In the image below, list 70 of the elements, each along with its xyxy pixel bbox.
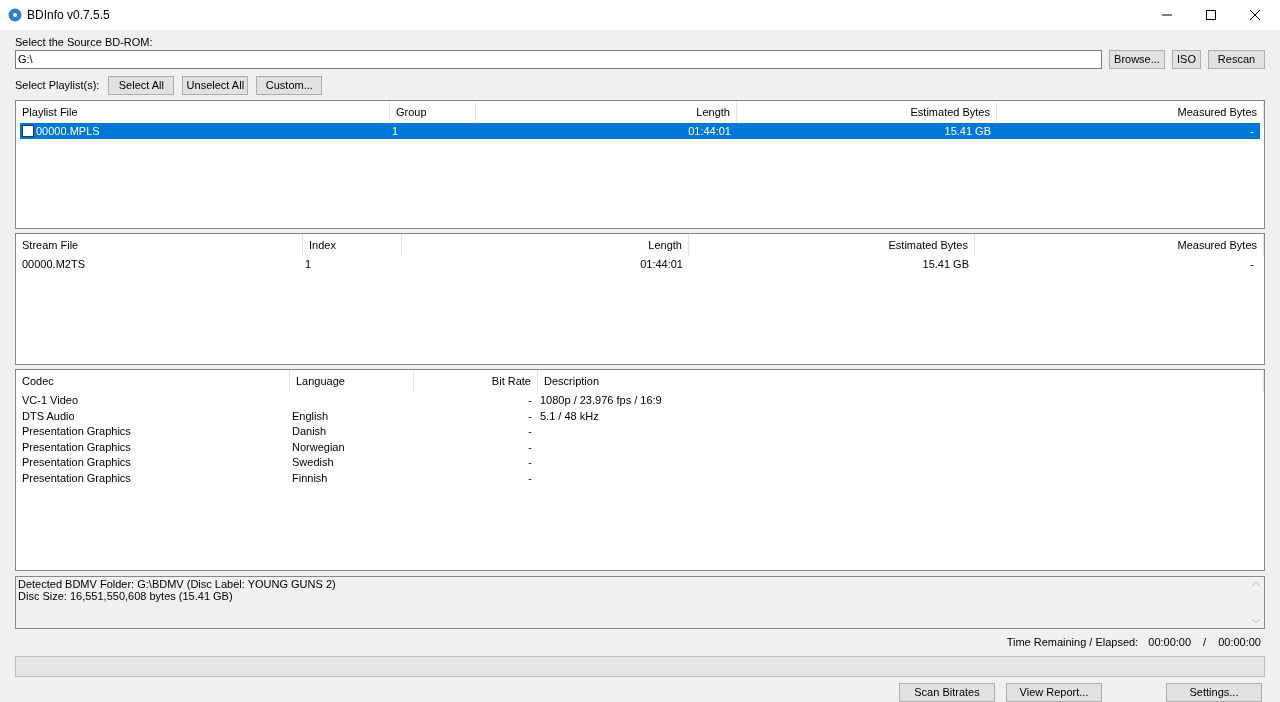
list-row[interactable]: 00000.M2TS 1 01:44:01 15.41 GB - xyxy=(20,256,1260,272)
rescan-button[interactable]: Rescan xyxy=(1208,50,1265,69)
custom-button[interactable]: Custom... xyxy=(256,76,323,95)
cell-text: Presentation Graphics xyxy=(22,470,131,486)
list-row[interactable]: 00000.MPLS 1 01:44:01 15.41 GB - xyxy=(20,123,1260,139)
column-header[interactable]: Description xyxy=(538,370,1264,392)
column-header[interactable]: Estimated Bytes xyxy=(689,234,975,256)
list-row[interactable]: Presentation Graphics Norwegian - xyxy=(20,438,1260,454)
cell-text: Swedish xyxy=(292,455,334,470)
cell-text: Presentation Graphics xyxy=(22,424,131,439)
view-report-button[interactable]: View Report... xyxy=(1006,683,1102,702)
iso-button[interactable]: ISO xyxy=(1172,50,1201,69)
cell-text: 1080p / 23.976 fps / 16:9 xyxy=(540,393,662,408)
cell-text: 00000.M2TS xyxy=(22,257,85,272)
cell-text: English xyxy=(292,408,329,424)
source-path-field[interactable]: G:\ xyxy=(15,50,1102,69)
column-header[interactable]: Language xyxy=(290,370,414,392)
cell-text: - xyxy=(1250,257,1254,272)
window-title: BDInfo v0.7.5.5 xyxy=(27,7,110,24)
disc-icon xyxy=(8,8,22,22)
select-all-button[interactable]: Select All xyxy=(108,76,175,95)
cell-text: 15.41 GB xyxy=(944,124,991,139)
list-row[interactable]: VC-1 Video - 1080p / 23.976 fps / 16:9 xyxy=(20,392,1260,408)
cell-text: - xyxy=(528,455,532,470)
list-row[interactable]: Presentation Graphics Danish - xyxy=(20,423,1260,439)
log-line: Disc Size: 16,551,550,608 bytes (15.41 GB) xyxy=(18,590,234,602)
cell-text: Norwegian xyxy=(292,439,345,455)
time-elapsed: 00:00:00 xyxy=(1218,635,1261,650)
log-line: Detected BDMV Folder: G:\BDMV (Disc Label: YOUNG GUNS 2) xyxy=(18,578,337,590)
cell-text: Presentation Graphics xyxy=(22,439,131,455)
browse-button[interactable]: Browse... xyxy=(1109,50,1165,69)
cell-text: 1 xyxy=(392,124,399,139)
settings-button[interactable]: Settings... xyxy=(1166,683,1262,702)
source-label: Select the Source BD-ROM: xyxy=(15,35,154,49)
list-row[interactable]: Presentation Graphics Finnish - xyxy=(20,469,1260,485)
cell-text: 01:44:01 xyxy=(640,257,683,272)
cell-text: - xyxy=(528,424,532,439)
cell-text: 5.1 / 48 kHz xyxy=(540,408,599,424)
cell-text: Danish xyxy=(292,424,327,439)
cell-text: VC-1 Video xyxy=(22,393,79,408)
cell-text: - xyxy=(528,393,532,408)
column-header[interactable]: Codec xyxy=(16,370,290,392)
list-row[interactable]: DTS Audio English - 5.1 / 48 kHz xyxy=(20,407,1260,423)
cell-text: 00000.MPLS xyxy=(36,124,100,139)
maximize-icon[interactable] xyxy=(1206,10,1216,20)
list-row[interactable]: Presentation Graphics Swedish - xyxy=(20,454,1260,470)
cell-text: Finnish xyxy=(292,470,328,486)
close-icon[interactable] xyxy=(1250,10,1260,20)
cell-text: 01:44:01 xyxy=(688,124,731,139)
cell-text: 1 xyxy=(305,257,312,272)
log-box[interactable]: Detected BDMV Folder: G:\BDMV (Disc Label: YOUNG GUNS 2) Disc Size: 16,551,550,608 bytes (15.41 GB) xyxy=(15,576,1265,630)
scan-bitrates-button[interactable]: Scan Bitrates xyxy=(899,683,995,702)
cell-text: DTS Audio xyxy=(22,408,75,424)
cell-text: Presentation Graphics xyxy=(22,455,131,470)
time-label: Time Remaining / Elapsed: xyxy=(1006,635,1139,650)
cell-text: - xyxy=(1250,124,1254,139)
column-header[interactable]: Bit Rate xyxy=(414,370,538,392)
cell-text: 15.41 GB xyxy=(922,257,969,272)
column-header[interactable]: Length xyxy=(402,234,689,256)
time-separator: / xyxy=(1203,635,1207,650)
checkbox[interactable] xyxy=(22,125,34,138)
cell-text: - xyxy=(528,470,532,486)
cell-text: - xyxy=(528,439,532,455)
column-header[interactable]: Measured Bytes xyxy=(975,234,1264,256)
unselect-all-button[interactable]: Unselect All xyxy=(182,76,249,95)
time-remaining: 00:00:00 xyxy=(1148,635,1192,650)
cell-text: - xyxy=(528,408,532,424)
column-header[interactable]: Index xyxy=(303,234,402,256)
column-header[interactable]: Stream File xyxy=(16,234,303,256)
playlist-label: Select Playlist(s): xyxy=(15,78,100,94)
